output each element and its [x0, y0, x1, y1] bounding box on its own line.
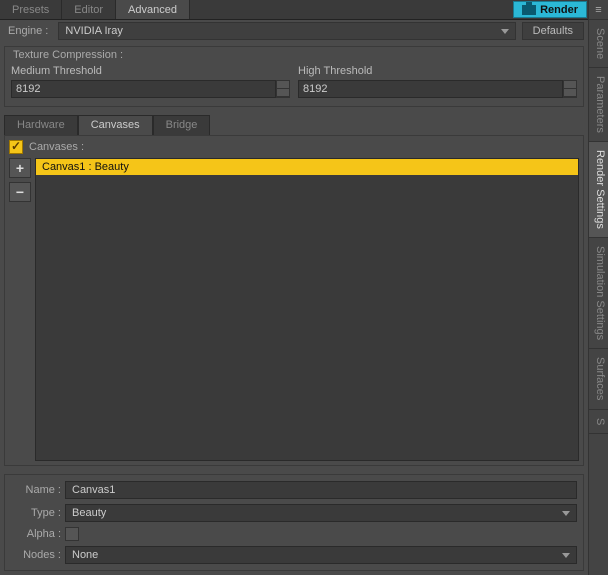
- canvas-properties: Name : Canvas1 Type : Beauty Alpha : Nod…: [4, 474, 584, 571]
- remove-canvas-button[interactable]: −: [9, 182, 31, 202]
- engine-value: NVIDIA Iray: [65, 25, 122, 37]
- pane-menu-icon[interactable]: ≡: [589, 0, 608, 20]
- chevron-down-icon: [562, 511, 570, 516]
- engine-label: Engine :: [4, 25, 52, 37]
- medium-threshold-stepper[interactable]: [276, 80, 290, 98]
- tab-editor[interactable]: Editor: [62, 0, 116, 19]
- sidetab-scene[interactable]: Scene: [589, 20, 608, 68]
- subtab-hardware[interactable]: Hardware: [4, 115, 78, 135]
- nodes-label: Nodes :: [11, 549, 61, 561]
- subtab-bridge[interactable]: Bridge: [153, 115, 211, 135]
- defaults-button[interactable]: Defaults: [522, 22, 584, 40]
- engine-select[interactable]: NVIDIA Iray: [58, 22, 515, 40]
- tab-advanced[interactable]: Advanced: [116, 0, 190, 19]
- camera-icon: [522, 5, 536, 15]
- high-threshold-input[interactable]: [298, 80, 563, 98]
- name-label: Name :: [11, 484, 61, 496]
- sidetab-s[interactable]: S: [589, 410, 608, 434]
- high-threshold-stepper[interactable]: [563, 80, 577, 98]
- list-item[interactable]: Canvas1 : Beauty: [36, 159, 578, 175]
- add-canvas-button[interactable]: +: [9, 158, 31, 178]
- side-tabbar: ≡ Scene Parameters Render Settings Simul…: [588, 0, 608, 575]
- alpha-checkbox[interactable]: [65, 527, 79, 541]
- medium-threshold-input[interactable]: [11, 80, 276, 98]
- canvases-panel: Canvases : + − Canvas1 : Beauty: [4, 135, 584, 466]
- texcomp-title: Texture Compression :: [11, 49, 125, 61]
- texture-compression-group: Texture Compression : Medium Threshold H…: [4, 46, 584, 107]
- top-tabbar: Presets Editor Advanced Render: [0, 0, 588, 20]
- high-threshold-label: High Threshold: [298, 65, 577, 77]
- chevron-down-icon: [501, 29, 509, 34]
- render-button-label: Render: [540, 4, 578, 16]
- type-label: Type :: [11, 507, 61, 519]
- chevron-down-icon: [562, 553, 570, 558]
- sidetab-render-settings[interactable]: Render Settings: [589, 142, 608, 238]
- canvases-checkbox[interactable]: [9, 140, 23, 154]
- name-input[interactable]: Canvas1: [65, 481, 577, 499]
- tab-presets[interactable]: Presets: [0, 0, 62, 19]
- sidetab-surfaces[interactable]: Surfaces: [589, 349, 608, 409]
- canvases-header-label: Canvases :: [29, 141, 84, 153]
- sidetab-simulation-settings[interactable]: Simulation Settings: [589, 238, 608, 349]
- subtab-canvases[interactable]: Canvases: [78, 115, 153, 135]
- alpha-label: Alpha :: [11, 528, 61, 540]
- sidetab-parameters[interactable]: Parameters: [589, 68, 608, 142]
- render-button[interactable]: Render: [513, 1, 587, 18]
- canvas-list[interactable]: Canvas1 : Beauty: [35, 158, 579, 461]
- nodes-select[interactable]: None: [65, 546, 577, 564]
- subtab-bar: Hardware Canvases Bridge: [4, 115, 584, 135]
- engine-bar: Engine : NVIDIA Iray Defaults: [0, 20, 588, 42]
- type-select[interactable]: Beauty: [65, 504, 577, 522]
- medium-threshold-label: Medium Threshold: [11, 65, 290, 77]
